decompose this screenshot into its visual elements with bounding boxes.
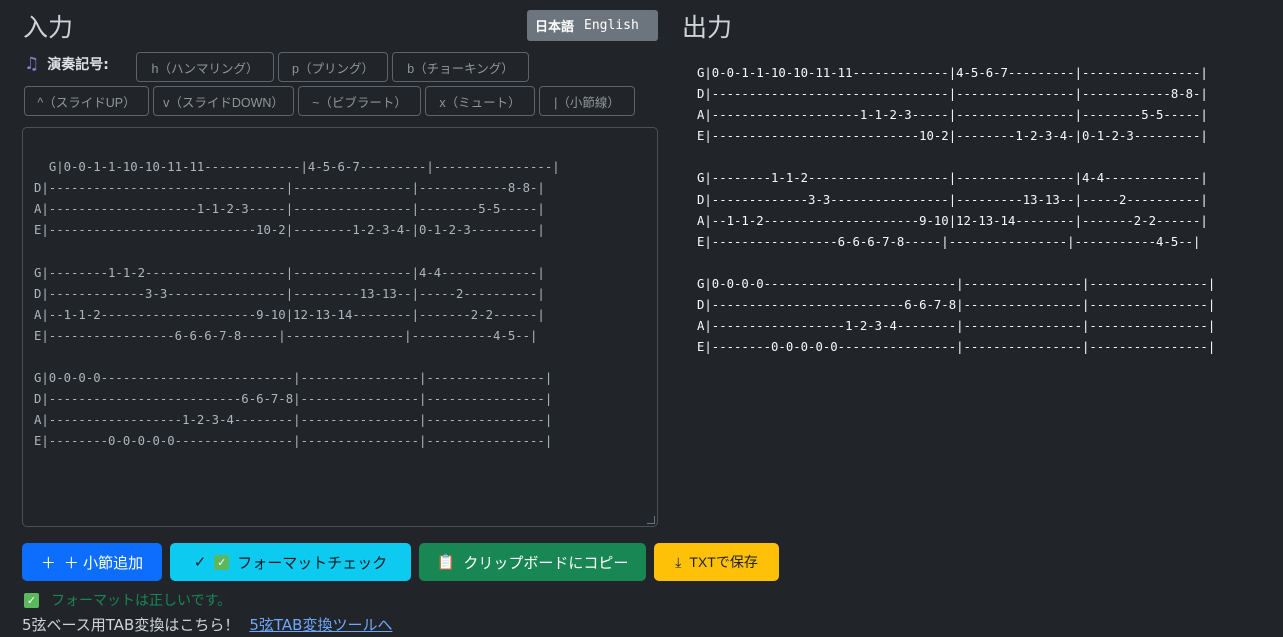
- vibrato-button[interactable]: ~（ビブラート）: [298, 86, 421, 116]
- resize-handle[interactable]: [647, 516, 655, 524]
- check-mark-icon: ✓: [24, 592, 39, 608]
- footer: 5弦ベース用TAB変換はこちら！ 5弦TAB変換ツールへ: [22, 614, 392, 635]
- format-check-button[interactable]: ✓ ✓ フォーマットチェック: [170, 543, 411, 581]
- slide-down-button[interactable]: v（スライドDOWN）: [153, 86, 294, 116]
- tab-output: G|0-0-1-1-10-10-11-11-------------|4-5-6…: [697, 66, 1216, 355]
- format-status-text: フォーマットは正しいです。: [51, 593, 232, 609]
- notation-label: ♫ 演奏記号:: [24, 54, 109, 74]
- copy-clipboard-button[interactable]: 📋 クリップボードにコピー: [419, 543, 646, 581]
- add-measure-button[interactable]: ＋ ＋ 小節追加: [22, 543, 162, 581]
- save-label: TXTで保存: [689, 554, 758, 570]
- input-heading: 入力: [23, 13, 74, 42]
- check-mark-icon: ✓: [214, 554, 230, 570]
- slide-up-button[interactable]: ^（スライドUP）: [24, 86, 149, 116]
- hammer-on-button[interactable]: h（ハンマリング）: [136, 52, 274, 82]
- music-note-icon: ♫: [24, 54, 40, 74]
- plus-icon: ＋: [40, 554, 56, 572]
- output-heading: 出力: [682, 13, 733, 42]
- lang-english-button[interactable]: English: [582, 18, 647, 33]
- bend-button[interactable]: b（チョーキング）: [392, 52, 529, 82]
- footer-text: 5弦ベース用TAB変換はこちら！: [22, 616, 240, 634]
- lang-japanese-button[interactable]: 日本語: [527, 16, 582, 35]
- download-icon: ⤓: [675, 553, 682, 570]
- pull-off-button[interactable]: p（プリング）: [278, 52, 388, 82]
- mute-button[interactable]: x（ミュート）: [425, 86, 535, 116]
- save-txt-button[interactable]: ⤓ TXTで保存: [654, 543, 779, 581]
- format-status: ✓ フォーマットは正しいです。: [24, 590, 231, 610]
- add-measure-label: ＋ 小節追加: [63, 554, 144, 572]
- tab-input-textarea[interactable]: G|0-0-1-1-10-10-11-11-------------|4-5-6…: [22, 127, 658, 527]
- check-icon: ✓: [193, 554, 207, 571]
- language-switch: 日本語 English: [527, 10, 658, 41]
- barline-button[interactable]: |（小節線）: [539, 86, 635, 116]
- clipboard-icon: 📋: [436, 554, 456, 571]
- five-string-tool-link[interactable]: 5弦TAB変換ツールへ: [249, 614, 392, 635]
- copy-label: クリップボードにコピー: [463, 554, 629, 572]
- tab-input-text: G|0-0-1-1-10-10-11-11-------------|4-5-6…: [34, 160, 560, 449]
- format-check-label: フォーマットチェック: [237, 554, 388, 572]
- notation-label-text: 演奏記号:: [47, 57, 109, 73]
